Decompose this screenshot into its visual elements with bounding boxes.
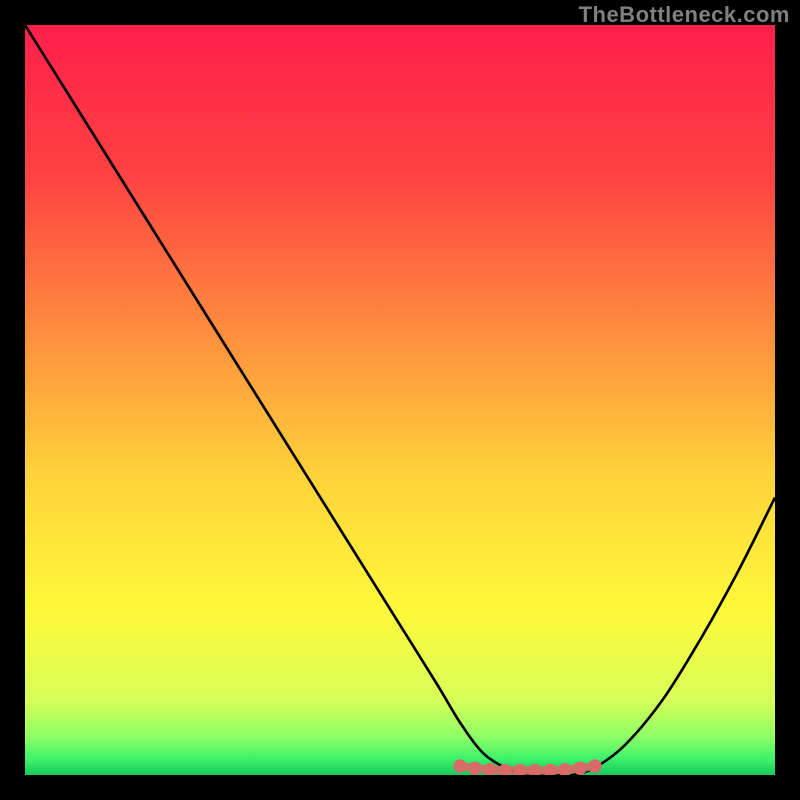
curve-layer — [25, 25, 775, 775]
watermark-text: TheBottleneck.com — [579, 2, 790, 28]
bottleneck-curve — [25, 25, 775, 775]
optimal-range-markers — [453, 759, 602, 775]
chart-stage: TheBottleneck.com — [0, 0, 800, 800]
plot-area — [25, 25, 775, 775]
